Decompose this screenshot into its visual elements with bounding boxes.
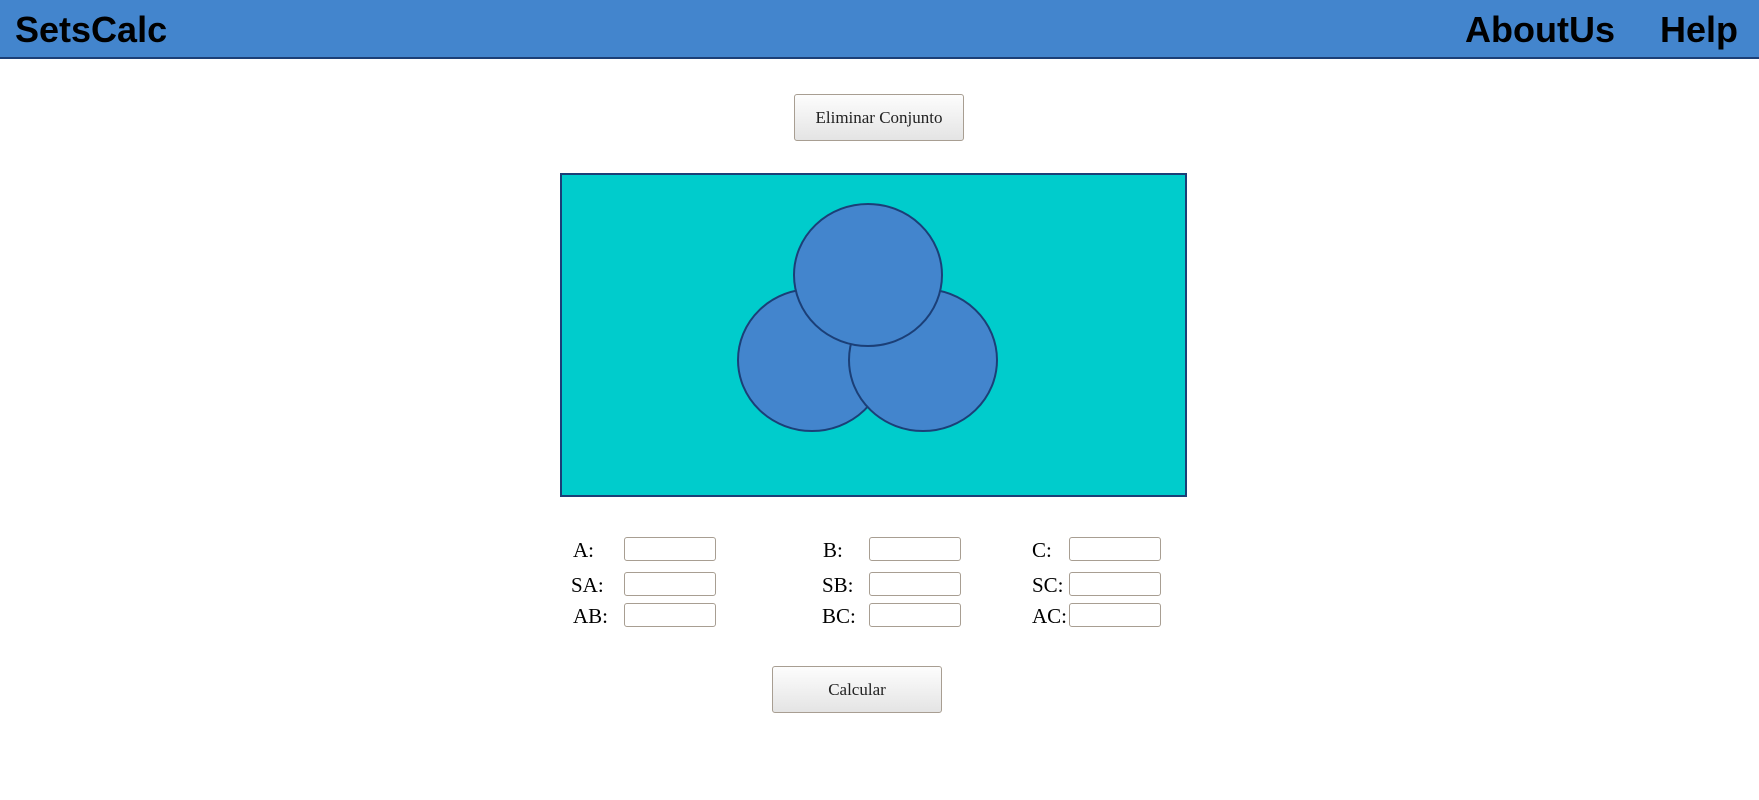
input-sc[interactable] [1069, 572, 1161, 596]
label-ab: AB: [573, 604, 609, 628]
input-ac[interactable] [1069, 603, 1161, 627]
input-ab[interactable] [624, 603, 716, 627]
label-b: B: [823, 538, 843, 562]
input-bc[interactable] [869, 603, 961, 627]
input-sb[interactable] [869, 572, 961, 596]
label-sc: SC: [1032, 573, 1064, 597]
nav-link-about-us[interactable]: AboutUs [1465, 12, 1615, 48]
venn-circle-b[interactable] [793, 203, 943, 347]
calculate-button[interactable]: Calcular [772, 666, 942, 713]
label-sb: SB: [822, 573, 854, 597]
top-navbar: SetsCalc AboutUs Help [0, 0, 1759, 59]
label-a: A: [573, 538, 594, 562]
input-a[interactable] [624, 537, 716, 561]
label-bc: BC: [822, 604, 856, 628]
brand-logo[interactable]: SetsCalc [15, 12, 167, 48]
label-ac: AC: [1032, 604, 1068, 628]
input-sa[interactable] [624, 572, 716, 596]
input-b[interactable] [869, 537, 961, 561]
label-sa: SA: [571, 573, 604, 597]
nav-link-help[interactable]: Help [1660, 12, 1738, 48]
delete-set-button[interactable]: Eliminar Conjunto [794, 94, 964, 141]
venn-diagram-canvas[interactable] [560, 173, 1187, 497]
venn-diagram [737, 203, 998, 432]
label-c: C: [1032, 538, 1052, 562]
input-c[interactable] [1069, 537, 1161, 561]
